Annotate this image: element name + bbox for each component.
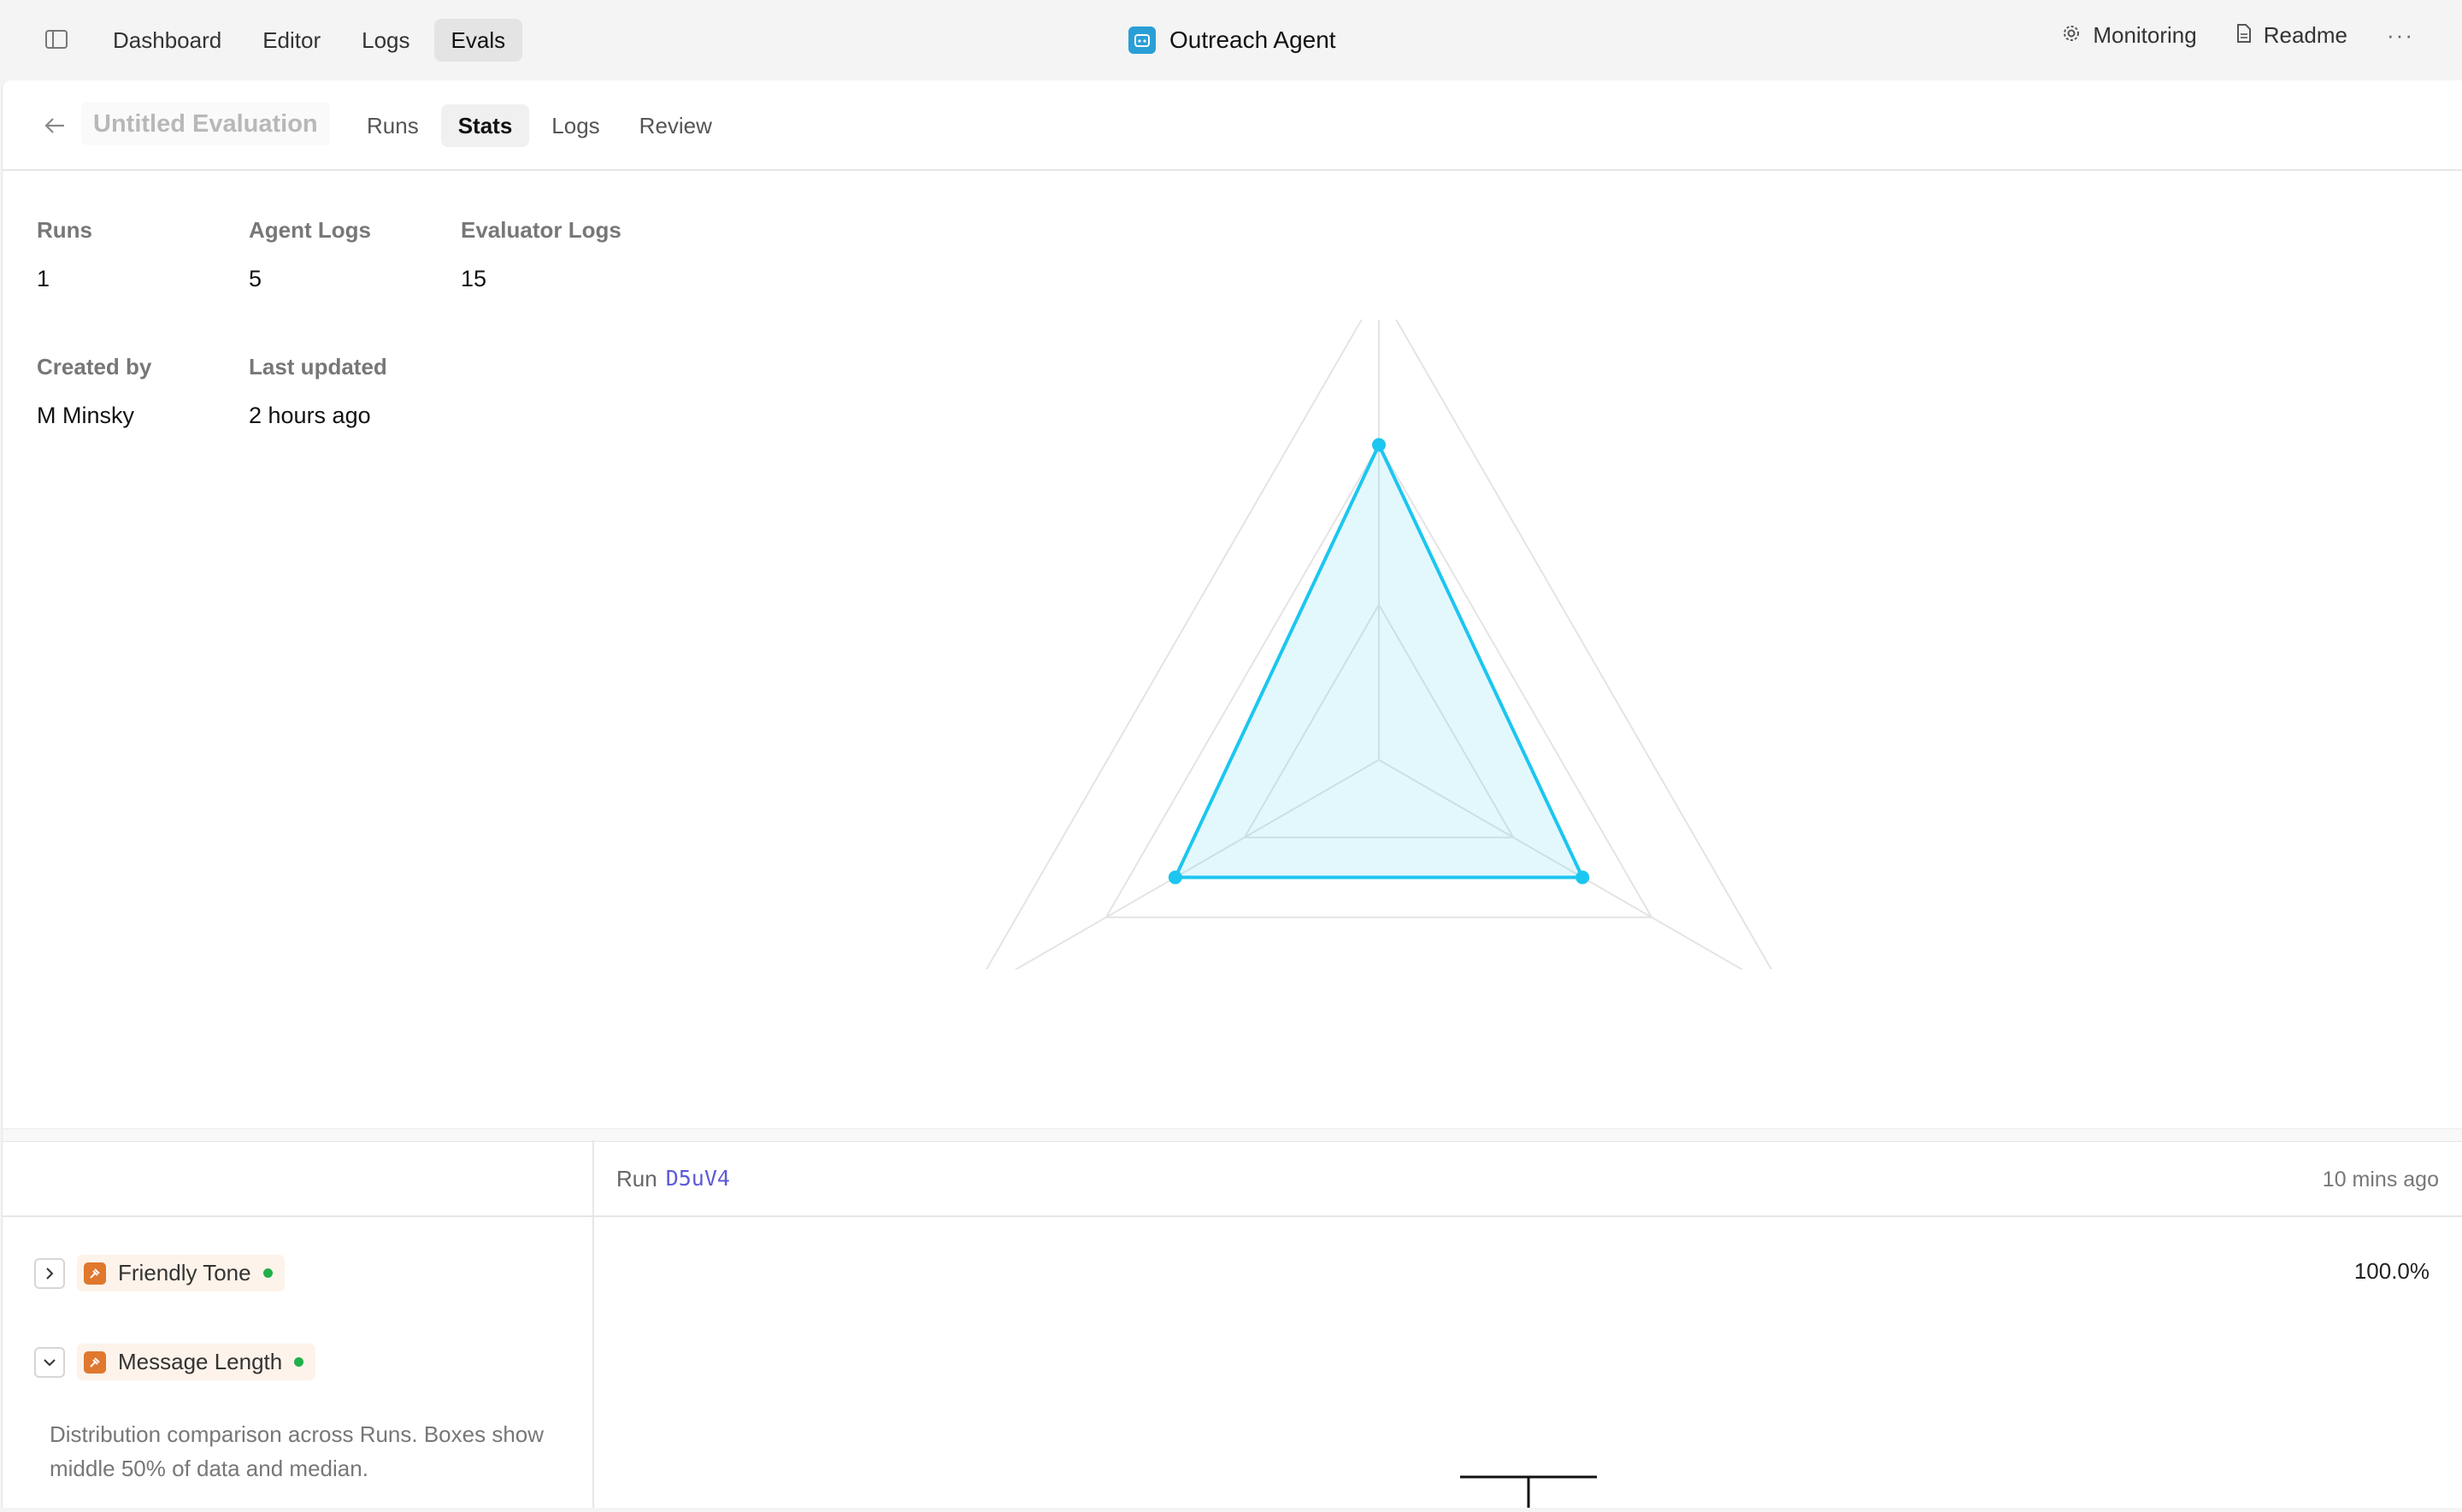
run-timestamp: 10 mins ago: [2322, 1168, 2439, 1191]
evaluator-badge-friendly-tone[interactable]: Friendly Tone: [77, 1255, 285, 1291]
distribution-panel: [594, 1217, 2462, 1508]
percent-value: 100.0%: [2353, 1258, 2430, 1284]
nav-editor[interactable]: Editor: [245, 19, 338, 62]
stat-runs: Runs 1: [37, 217, 92, 292]
top-nav: Dashboard Editor Logs Evals: [96, 19, 523, 62]
document-icon: [2236, 22, 2252, 49]
nav-dashboard[interactable]: Dashboard: [96, 19, 239, 62]
run-header: Run D5uV4 10 mins ago: [3, 1140, 2462, 1217]
top-bar: Dashboard Editor Logs Evals Outreach Age…: [0, 0, 2462, 80]
distribution-description: Distribution comparison across Runs. Box…: [50, 1421, 545, 1481]
stat-evaluator-logs-label: Evaluator Logs: [461, 217, 621, 243]
monitoring-link[interactable]: Monitoring: [2062, 22, 2197, 49]
nav-evals[interactable]: Evals: [433, 19, 523, 62]
run-label: Run D5uV4: [616, 1166, 730, 1192]
evaluation-header: Untitled Evaluation Runs Stats Logs Revi…: [3, 80, 2462, 171]
status-dot: [294, 1357, 304, 1367]
run-prefix: Run: [616, 1166, 657, 1191]
app-title: Outreach Agent: [1128, 22, 1336, 58]
main-panel: Untitled Evaluation Runs Stats Logs Revi…: [2, 80, 2462, 1508]
evaluator-icon: [84, 1262, 106, 1285]
stat-last-updated-value: 2 hours ago: [249, 403, 371, 428]
run-header-left-column: [3, 1140, 594, 1215]
radar-data-point: [1576, 870, 1590, 885]
stat-runs-label: Runs: [37, 217, 92, 243]
more-options-icon[interactable]: ···: [2387, 22, 2414, 49]
stat-evaluator-logs: Evaluator Logs 15: [461, 217, 621, 292]
radar-series-area: [1173, 443, 1585, 880]
tab-logs[interactable]: Logs: [534, 104, 616, 147]
stat-last-updated: Last updated 2 hours ago: [249, 354, 387, 429]
tab-review[interactable]: Review: [622, 104, 729, 147]
evaluator-row-friendly-tone: Friendly Tone: [34, 1255, 285, 1291]
stat-last-updated-label: Last updated: [249, 354, 387, 379]
stat-agent-logs-value: 5: [249, 266, 262, 291]
evaluation-name-input[interactable]: Untitled Evaluation: [81, 103, 330, 145]
evaluator-name: Friendly Tone: [118, 1260, 251, 1285]
nav-logs[interactable]: Logs: [345, 19, 427, 62]
app-title-text: Outreach Agent: [1169, 26, 1336, 53]
stat-created-by-label: Created by: [37, 354, 152, 379]
radar-chart: Friendly ToneMessage LengthTool call: [985, 320, 1773, 969]
radar-data-point: [1372, 438, 1386, 452]
tab-stats[interactable]: Stats: [440, 104, 530, 147]
readme-link[interactable]: Readme: [2236, 22, 2347, 49]
monitoring-label: Monitoring: [2093, 22, 2197, 48]
stat-agent-logs: Agent Logs 5: [249, 217, 371, 292]
stat-evaluator-logs-value: 15: [461, 266, 487, 291]
stat-created-by: Created by M Minsky: [37, 354, 151, 429]
expand-chevron-right-icon[interactable]: [34, 1257, 65, 1289]
agent-icon: [1128, 26, 1156, 54]
top-right-actions: Monitoring Readme ···: [2062, 22, 2414, 49]
evaluation-tabs: Runs Stats Logs Review: [350, 104, 729, 147]
stat-runs-value: 1: [37, 266, 50, 291]
evaluator-name: Message Length: [118, 1349, 283, 1374]
evaluator-badge-message-length[interactable]: Message Length: [77, 1344, 316, 1380]
gear-icon: [2062, 22, 2081, 49]
readme-label: Readme: [2263, 22, 2348, 48]
expand-chevron-down-icon[interactable]: [34, 1346, 65, 1378]
evaluator-row-message-length: Message Length: [34, 1344, 316, 1380]
radar-data-point: [1168, 870, 1182, 885]
run-id-link[interactable]: D5uV4: [666, 1166, 730, 1192]
tab-runs[interactable]: Runs: [350, 104, 436, 147]
stat-agent-logs-label: Agent Logs: [249, 217, 371, 243]
box-plot: [1460, 1475, 1597, 1508]
sidebar-toggle-icon[interactable]: [41, 24, 72, 55]
back-arrow-icon[interactable]: [40, 111, 69, 140]
status-dot: [262, 1268, 273, 1278]
stat-created-by-value: M Minsky: [37, 403, 134, 428]
evaluator-icon: [84, 1350, 106, 1374]
